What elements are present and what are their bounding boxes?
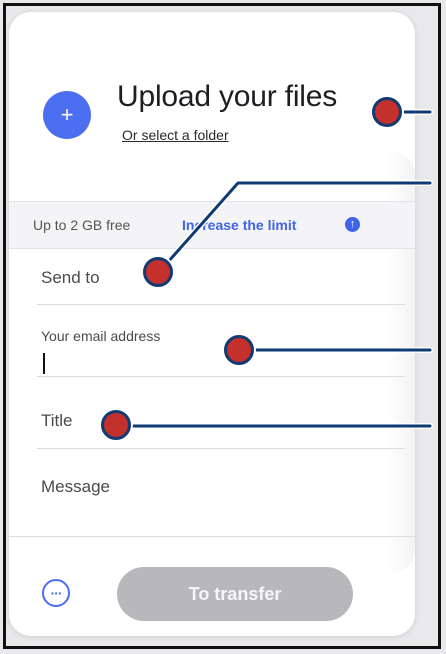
annotation-marker — [372, 97, 402, 127]
annotation-marker — [101, 410, 131, 440]
divider — [37, 448, 405, 449]
email-field[interactable] — [43, 353, 45, 374]
increase-limit-link[interactable]: Increase the limit — [182, 217, 296, 233]
add-files-button[interactable]: + — [43, 91, 91, 139]
ellipsis-icon: ··· — [50, 585, 63, 601]
arrow-up-icon[interactable]: ↑ — [345, 217, 360, 232]
select-folder-link[interactable]: Or select a folder — [122, 127, 229, 143]
message-field[interactable]: Message — [41, 477, 110, 497]
plus-icon: + — [60, 102, 74, 127]
divider — [37, 376, 405, 377]
upload-panel: + Upload your files Or select a folder U… — [9, 12, 415, 636]
send-to-field[interactable]: Send to — [41, 268, 100, 288]
email-field-label: Your email address — [41, 328, 161, 344]
transfer-button[interactable]: To transfer — [117, 567, 353, 621]
upload-title: Upload your files — [117, 80, 338, 113]
footer-divider — [9, 536, 415, 537]
annotation-marker — [143, 257, 173, 287]
title-field[interactable]: Title — [41, 411, 73, 431]
annotation-marker — [224, 335, 254, 365]
options-button[interactable]: ··· — [42, 579, 70, 607]
free-limit-text: Up to 2 GB free — [33, 217, 131, 233]
divider — [37, 304, 405, 305]
